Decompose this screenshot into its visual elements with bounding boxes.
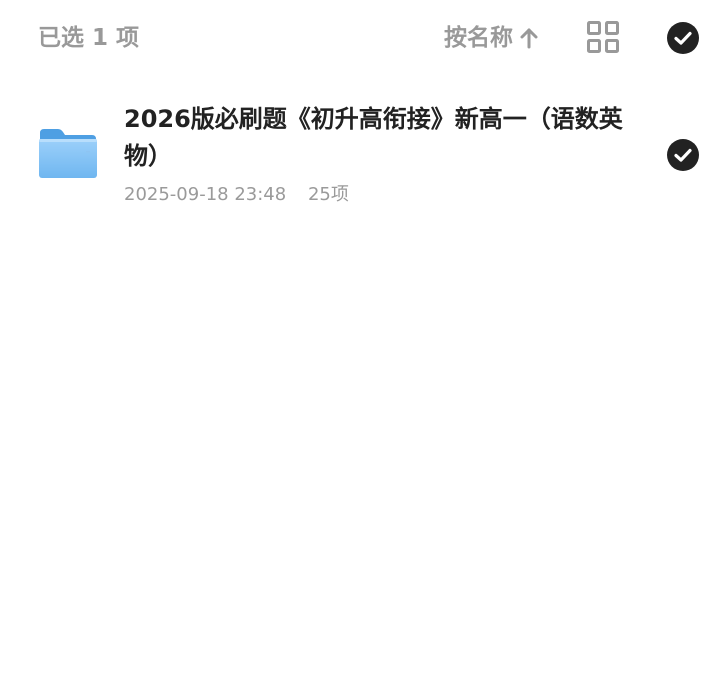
- sort-label: 按名称: [444, 25, 513, 51]
- file-item-count: 25项: [307, 184, 349, 205]
- selected-count-label: 已选 1 项: [38, 25, 140, 51]
- file-selection-page: 已选 1 项 按名称 2026版必刷题《初升高衔接》新高一（语数英物） 2025…: [0, 0, 714, 691]
- sort-by-name-button[interactable]: 按名称: [444, 22, 539, 54]
- file-meta: 2025-09-18 23:48 25项: [124, 182, 349, 208]
- selection-toolbar: 已选 1 项 按名称: [0, 0, 714, 78]
- file-list-item[interactable]: 2026版必刷题《初升高衔接》新高一（语数英物） 2025-09-18 23:4…: [0, 95, 714, 225]
- grid-view-icon[interactable]: [586, 20, 620, 54]
- item-selected-check-icon[interactable]: [667, 139, 699, 171]
- file-modified-time: 2025-09-18 23:48: [124, 184, 287, 205]
- file-name: 2026版必刷题《初升高衔接》新高一（语数英物）: [124, 105, 623, 170]
- select-all-check-icon[interactable]: [667, 22, 699, 54]
- folder-icon: [38, 127, 98, 179]
- arrow-up-icon: [519, 27, 539, 49]
